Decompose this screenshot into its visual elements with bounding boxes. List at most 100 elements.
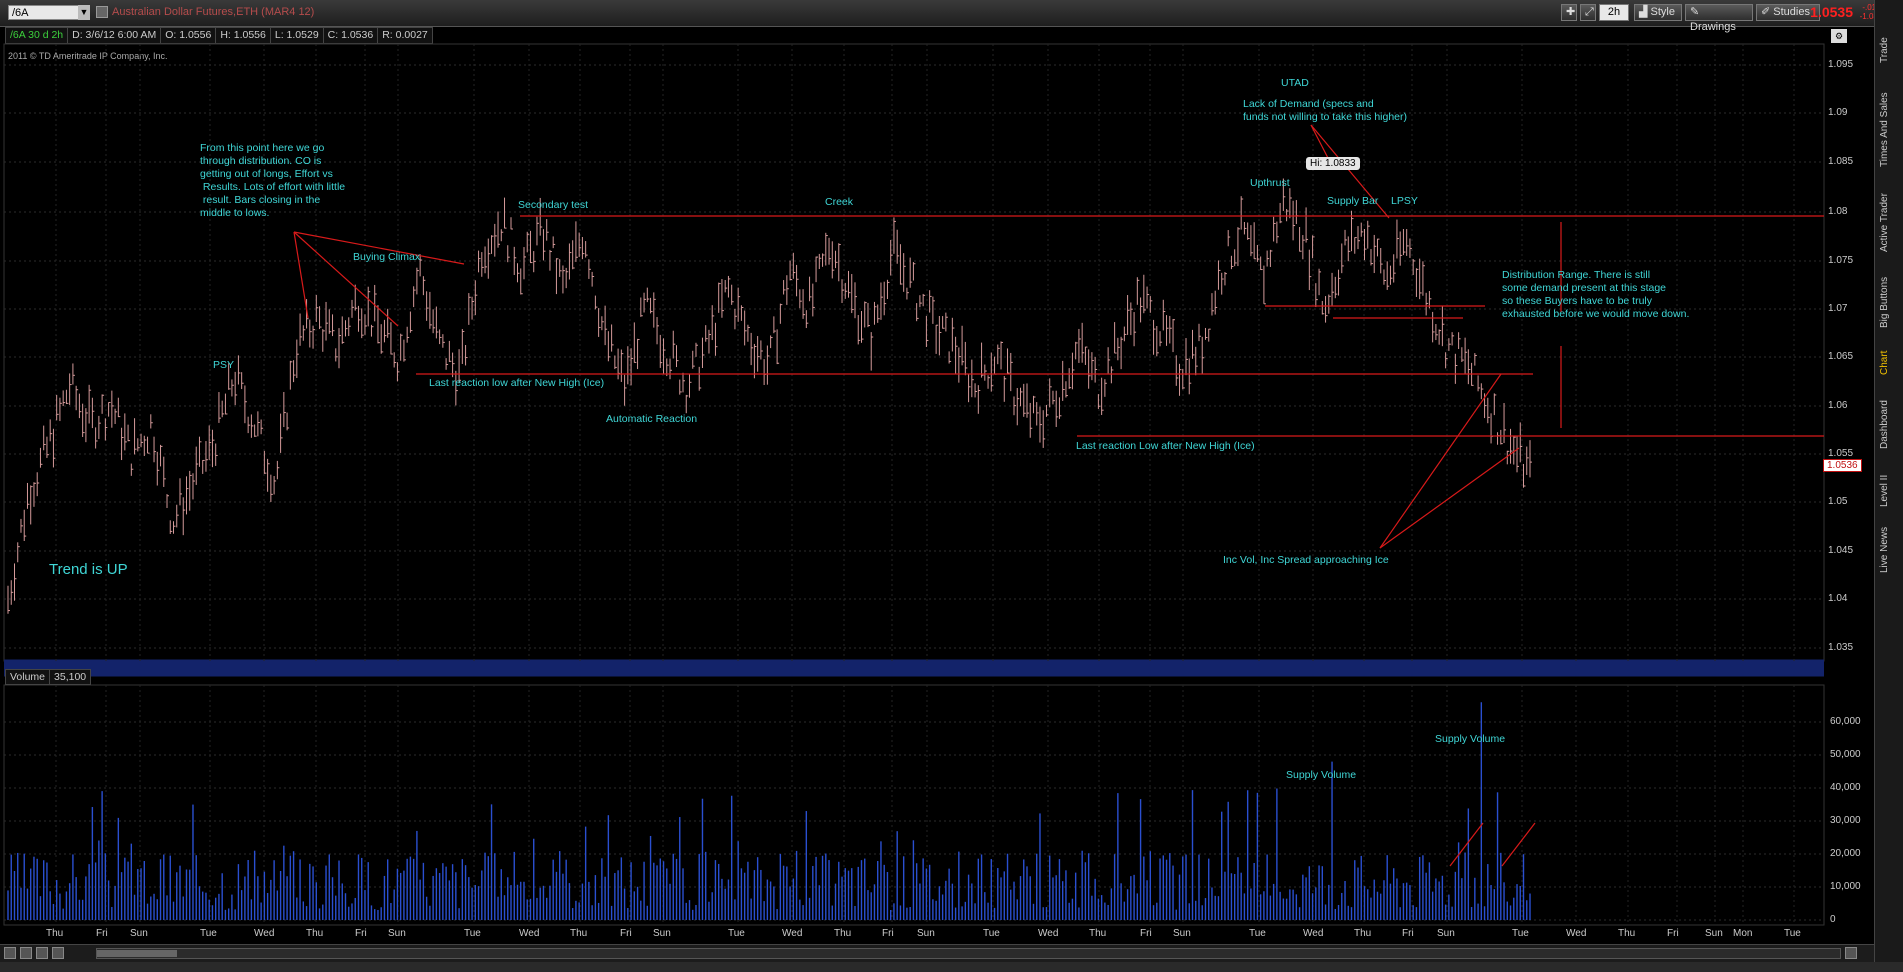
price-tick: 1.07 <box>1828 303 1848 314</box>
price-tick: 1.075 <box>1828 255 1854 266</box>
volume-label: Volume <box>5 669 51 685</box>
price-tick: 1.05 <box>1828 496 1848 507</box>
time-tick: Wed <box>1038 928 1059 939</box>
high-price-label: Hi: 1.0833 <box>1306 157 1360 170</box>
time-tick: Tue <box>1784 928 1801 939</box>
last-reaction-low-annotation: Last reaction low after New High (Ice) <box>429 377 605 389</box>
tab-chart[interactable]: Chart <box>1879 343 1901 383</box>
last-price-tag: 1.0536 <box>1823 459 1862 472</box>
distribution-pointer <box>293 231 309 319</box>
time-tick: Sun <box>130 928 148 939</box>
time-tick: Thu <box>1618 928 1636 939</box>
price-tick: 1.06 <box>1828 400 1848 411</box>
time-tick: Fri <box>620 928 632 939</box>
tab-level-ii[interactable]: Level II <box>1879 468 1901 513</box>
scroll-right-icon[interactable] <box>1845 947 1857 959</box>
tab-live-news[interactable]: Live News <box>1879 522 1901 577</box>
status-bar <box>0 962 1903 972</box>
lpsy-annotation: LPSY <box>1391 195 1418 207</box>
price-tick: 1.09 <box>1828 107 1848 118</box>
price-tick: 1.045 <box>1828 545 1854 556</box>
side-tab-bar: Trade Times And Sales Active Trader Big … <box>1874 0 1903 972</box>
distribution-range-annotation: Distribution Range. There is still some … <box>1502 269 1690 320</box>
time-tick: Tue <box>983 928 1000 939</box>
volume-tick: 10,000 <box>1830 881 1861 892</box>
time-tick: Sun <box>1705 928 1723 939</box>
time-tick: Wed <box>1566 928 1587 939</box>
price-tick: 1.035 <box>1828 642 1854 653</box>
time-tick: Tue <box>728 928 745 939</box>
volume-info-bar: Volume 35,100 <box>5 669 92 685</box>
time-tick: Thu <box>46 928 64 939</box>
supply-volume-annotation-2: Supply Volume <box>1435 733 1506 745</box>
trend-annotation: Trend is UP <box>49 561 128 578</box>
time-tick: Thu <box>834 928 852 939</box>
ice-break-pointer <box>1379 373 1502 549</box>
scrollbar-thumb[interactable] <box>97 950 177 957</box>
time-tick: Sun <box>1173 928 1191 939</box>
time-tick: Fri <box>882 928 894 939</box>
volume-tick: 60,000 <box>1830 716 1861 727</box>
time-tick: Tue <box>464 928 481 939</box>
utad-annotation: UTAD <box>1281 77 1309 89</box>
grid-layout-icon[interactable] <box>4 947 16 959</box>
time-tick: Wed <box>782 928 803 939</box>
time-tick: Fri <box>1402 928 1414 939</box>
time-tick: Thu <box>1089 928 1107 939</box>
time-tick: Sun <box>1437 928 1455 939</box>
time-tick: Sun <box>653 928 671 939</box>
link-icon[interactable] <box>36 947 48 959</box>
horizontal-scrollbar[interactable] <box>96 948 1841 959</box>
psy-annotation: PSY <box>213 359 235 371</box>
time-tick: Fri <box>96 928 108 939</box>
time-tick: Fri <box>355 928 367 939</box>
secondary-test-annotation: Secondary test <box>518 199 589 211</box>
price-tick: 1.055 <box>1828 448 1854 459</box>
time-tick: Thu <box>1354 928 1372 939</box>
supply-bar-annotation: Supply Bar <box>1327 195 1379 207</box>
distribution-pointer <box>293 231 399 327</box>
upthrust-annotation: Upthrust <box>1250 177 1290 189</box>
volume-rise-line <box>1501 822 1536 867</box>
buying-climax-annotation: Buying Climax <box>353 251 421 263</box>
price-tick: 1.065 <box>1828 351 1854 362</box>
volume-tick: 20,000 <box>1830 848 1861 859</box>
tab-big-buttons[interactable]: Big Buttons <box>1879 270 1901 335</box>
price-tick: 1.08 <box>1828 206 1848 217</box>
volume-tick: 40,000 <box>1830 782 1861 793</box>
time-tick: Tue <box>1249 928 1266 939</box>
ice-break-pointer <box>1379 447 1520 549</box>
automatic-reaction-annotation: Automatic Reaction <box>606 413 698 425</box>
chart-bottom-bar <box>0 944 1874 963</box>
last-reaction-low-annotation-2: Last reaction Low after New High (Ice) <box>1076 440 1255 452</box>
time-tick: Thu <box>570 928 588 939</box>
layout-icon[interactable] <box>20 947 32 959</box>
price-tick: 1.095 <box>1828 59 1854 70</box>
time-tick: Mon <box>1733 928 1753 939</box>
volume-tick: 0 <box>1830 914 1836 925</box>
price-tick: 1.085 <box>1828 156 1854 167</box>
time-tick: Fri <box>1140 928 1152 939</box>
time-tick: Fri <box>1667 928 1679 939</box>
tab-times-and-sales[interactable]: Times And Sales <box>1879 85 1901 175</box>
time-tick: Wed <box>1303 928 1324 939</box>
time-tick: Thu <box>306 928 324 939</box>
time-tick: Sun <box>388 928 406 939</box>
volume-tick: 50,000 <box>1830 749 1861 760</box>
tab-trade[interactable]: Trade <box>1879 30 1901 70</box>
time-tick: Wed <box>254 928 275 939</box>
volume-value: 35,100 <box>49 669 92 685</box>
price-pane-frame <box>3 43 1825 662</box>
lack-of-demand-annotation: Lack of Demand (specs and funds not will… <box>1243 98 1408 123</box>
volume-tick: 30,000 <box>1830 815 1861 826</box>
inc-vol-annotation: Inc Vol, Inc Spread approaching Ice <box>1223 554 1389 566</box>
time-tick: Wed <box>519 928 540 939</box>
tab-active-trader[interactable]: Active Trader <box>1879 185 1901 260</box>
supply-volume-annotation: Supply Volume <box>1286 769 1357 781</box>
tab-dashboard[interactable]: Dashboard <box>1879 395 1901 455</box>
time-tick: Tue <box>1512 928 1529 939</box>
volume-rise-line <box>1449 822 1484 867</box>
pencil-icon[interactable] <box>52 947 64 959</box>
price-tick: 1.04 <box>1828 593 1848 604</box>
distribution-note-annotation: From this point here we go through distr… <box>200 142 346 219</box>
